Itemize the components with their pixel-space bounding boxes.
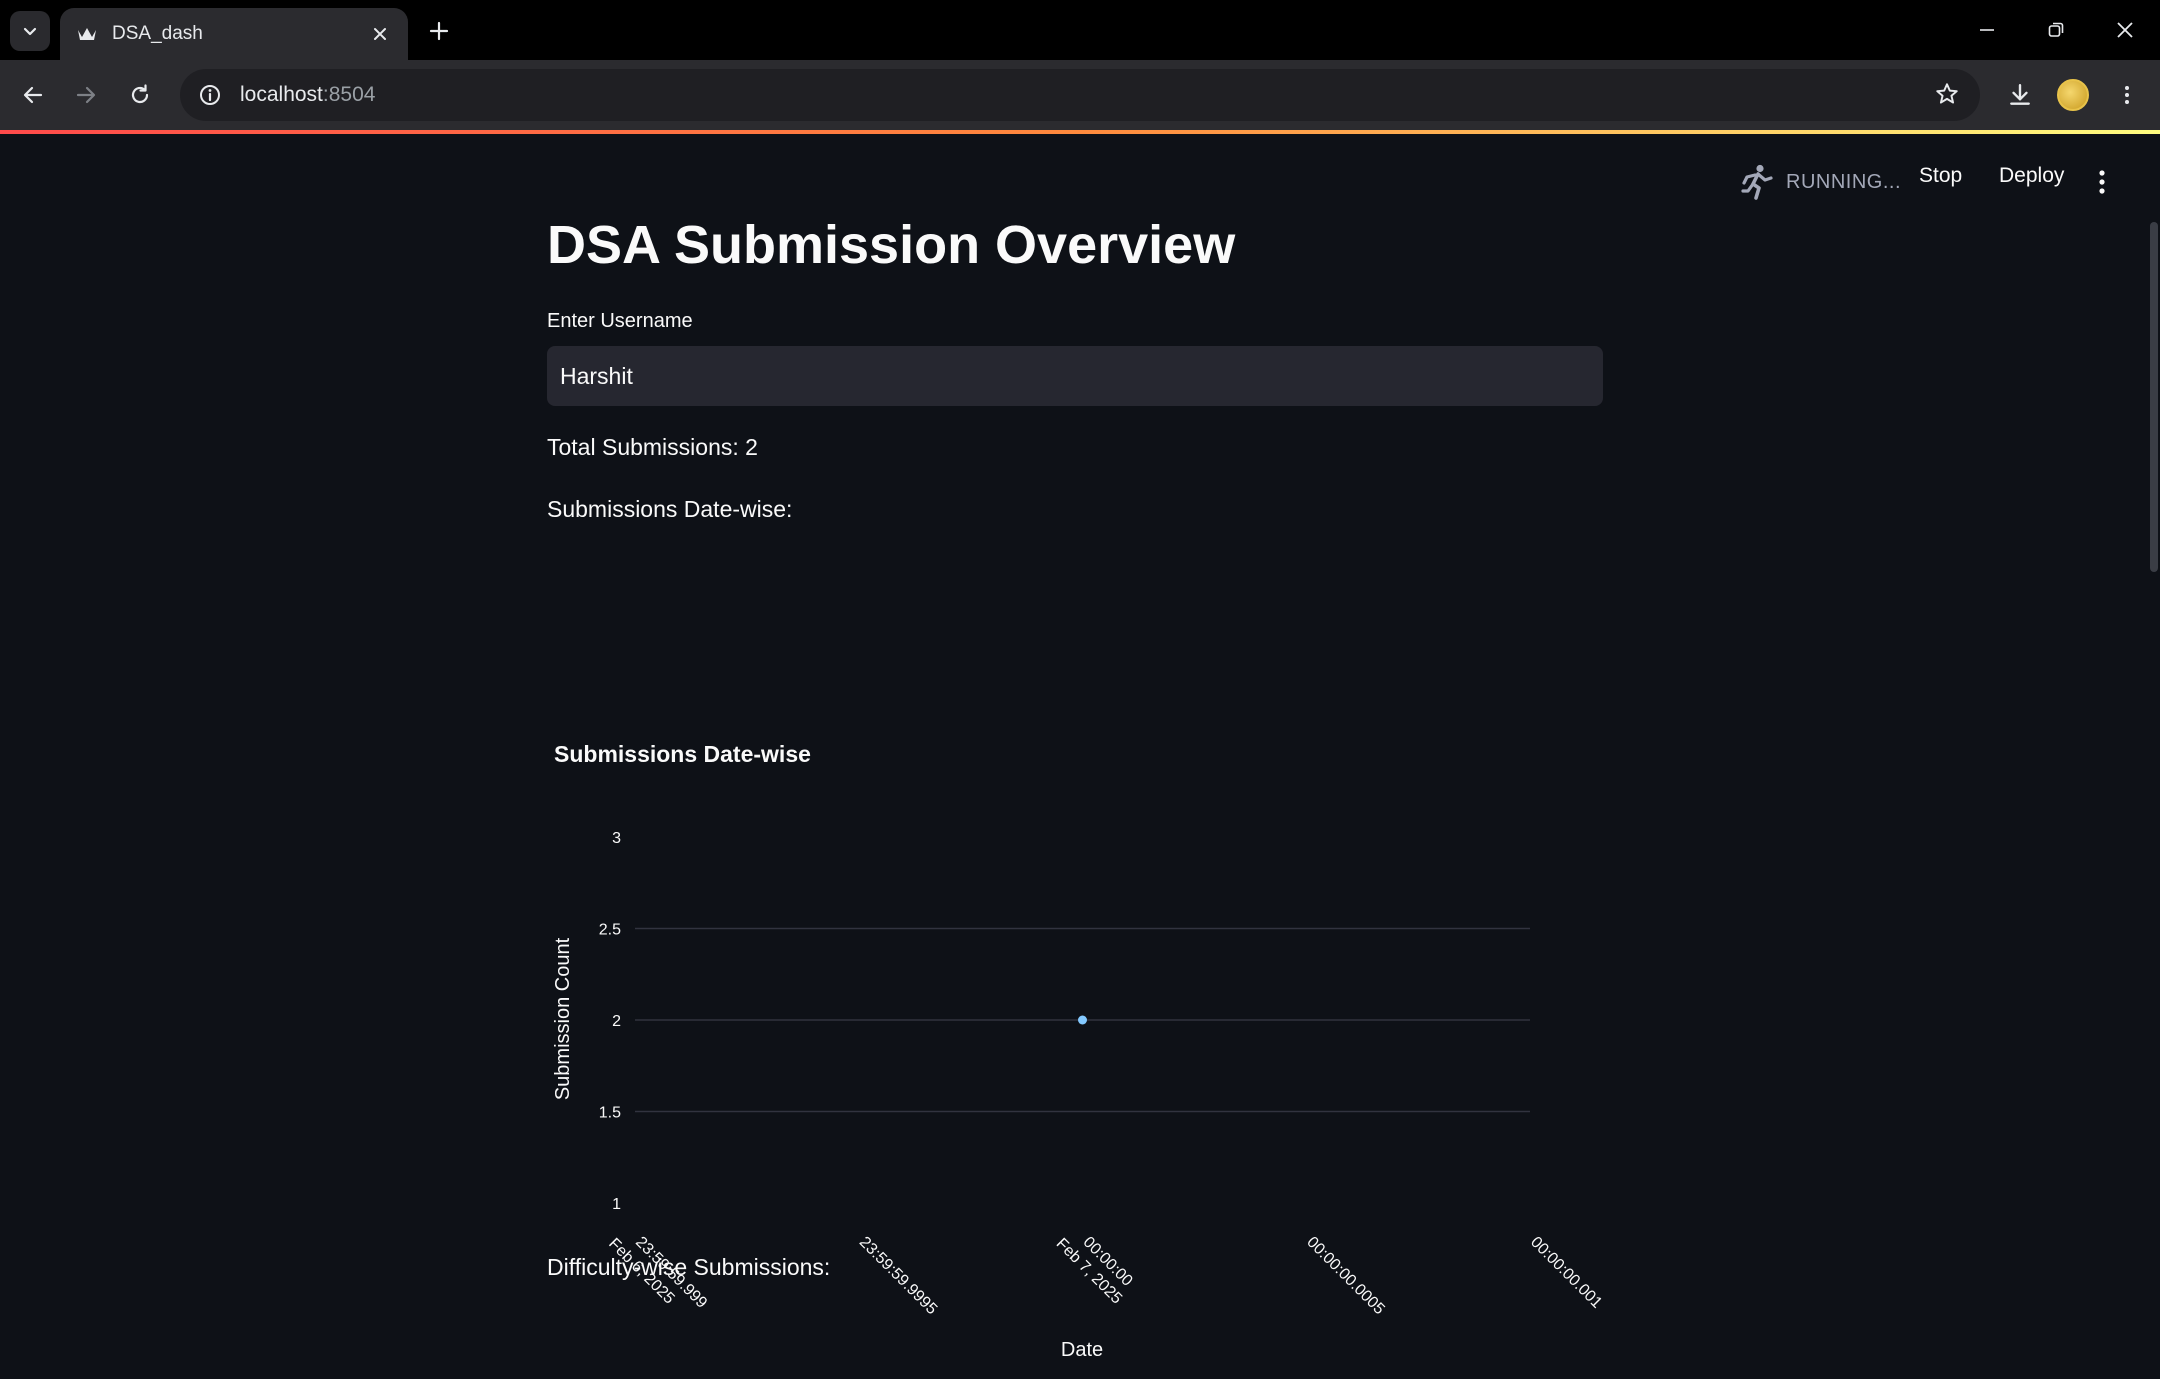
back-button[interactable] [13,75,53,115]
chevron-down-icon [23,27,37,36]
x-tick-label: 00:00:00.001 [1527,1234,1605,1312]
tab-title: DSA_dash [112,23,203,44]
restore-icon [2048,22,2064,37]
x-tick-label: 00:00:00Feb 7, 2025 [1053,1221,1140,1308]
y-tick-label: 3 [612,830,621,847]
main-menu-button[interactable] [2090,162,2114,202]
x-tick-line: 23:59:59.9995 [856,1234,940,1318]
username-input[interactable] [547,346,1603,406]
stop-button[interactable]: Stop [1919,164,1962,188]
x-tick-line: 00:00:00.0005 [1303,1234,1387,1318]
minimize-icon [1980,29,1994,31]
total-submissions-text: Total Submissions: 2 [547,434,758,460]
x-tick-label: 23:59:59.9995 [856,1234,940,1318]
vertical-dots-icon [2099,170,2105,194]
chart-title: Submissions Date-wise [554,741,811,767]
minimize-button[interactable] [1957,8,2017,52]
new-tab-button[interactable] [422,14,456,48]
restore-button[interactable] [2026,8,2086,52]
chart-y-ticks: 1 1.5 2 2.5 3 [599,830,621,1213]
close-window-button[interactable] [2095,8,2155,52]
running-man-icon [1741,164,1773,200]
page-scrollbar[interactable] [2150,222,2158,572]
x-tick-line: 00:00:00.001 [1527,1234,1605,1312]
y-tick-label: 1.5 [599,1105,621,1122]
bookmark-star-icon[interactable] [1934,81,1960,112]
data-point[interactable] [1078,1015,1087,1025]
vertical-dots-icon [2125,86,2129,104]
browser-tab-bar: DSA_dash [0,0,2160,60]
close-tab-icon[interactable] [366,20,394,48]
chart-points [1078,1015,1087,1025]
download-icon [2010,84,2030,105]
x-tick-label: 00:00:00.0005 [1303,1234,1387,1318]
plus-icon [429,21,449,41]
url-text: localhost:8504 [240,83,375,107]
browser-toolbar: localhost:8504 [0,60,2160,130]
deploy-button[interactable]: Deploy [1999,164,2064,188]
username-label: Enter Username [547,310,693,332]
y-tick-label: 1 [612,1196,621,1213]
url-host: localhost [240,83,323,106]
running-status: RUNNING... [1740,164,1901,200]
forward-button[interactable] [66,75,106,115]
site-info-icon[interactable] [180,83,240,107]
app-view: RUNNING... Stop Deploy DSA Submission Ov… [0,134,2160,1368]
tab-search-button[interactable] [10,11,50,51]
x-axis-label: Date [1061,1339,1103,1361]
browser-tab[interactable]: DSA_dash [60,8,408,60]
y-tick-label: 2 [612,1013,621,1030]
arrow-left-icon [23,86,43,104]
y-tick-label: 2.5 [599,922,621,939]
streamlit-crown-icon [76,23,98,45]
url-port: :8504 [322,83,376,106]
difficulty-heading: Difficulty-wise Submissions: [547,1254,831,1280]
y-axis-label: Submission Count [552,937,574,1100]
reload-icon [131,84,149,104]
close-icon [2117,22,2133,38]
arrow-right-icon [76,86,96,104]
running-label: RUNNING... [1786,170,1901,193]
profile-avatar[interactable] [2053,75,2093,115]
address-bar[interactable]: localhost:8504 [180,69,1980,121]
reload-button[interactable] [120,75,160,115]
datewise-heading: Submissions Date-wise: [547,496,793,522]
avatar [2057,79,2089,111]
page-title: DSA Submission Overview [547,215,1236,275]
browser-menu-button[interactable] [2107,75,2147,115]
downloads-button[interactable] [2000,75,2040,115]
